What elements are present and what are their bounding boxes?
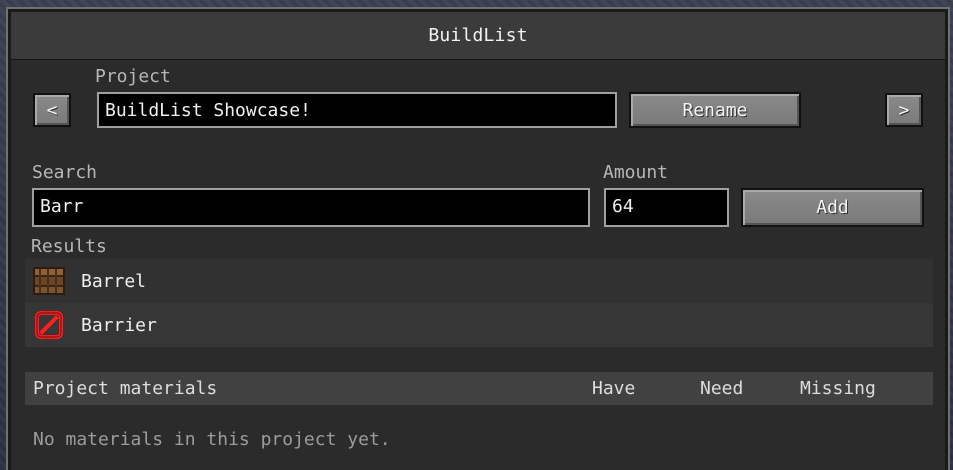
rename-button[interactable]: Rename	[629, 92, 801, 128]
chevron-right-icon: >	[898, 99, 910, 121]
materials-empty-text: No materials in this project yet.	[33, 429, 391, 450]
barrel-icon	[33, 267, 65, 295]
next-project-button[interactable]: >	[885, 93, 923, 127]
result-name: Barrier	[81, 314, 157, 336]
search-input[interactable]: Barr	[32, 188, 590, 227]
project-label: Project	[95, 66, 171, 87]
results-list: Barrel Barrier	[25, 259, 933, 347]
result-item-barrel[interactable]: Barrel	[25, 259, 933, 303]
materials-column-need: Need	[700, 378, 744, 399]
add-button[interactable]: Add	[741, 188, 924, 227]
materials-column-have: Have	[592, 378, 636, 399]
materials-column-name: Project materials	[33, 378, 218, 399]
chevron-left-icon: <	[46, 99, 58, 121]
previous-project-button[interactable]: <	[33, 93, 71, 127]
search-label: Search	[32, 162, 98, 183]
materials-column-missing: Missing	[800, 378, 876, 399]
result-item-barrier[interactable]: Barrier	[25, 303, 933, 347]
barrier-icon	[35, 311, 63, 339]
amount-input[interactable]: 64	[604, 188, 729, 227]
results-label: Results	[31, 236, 107, 257]
project-materials-header: Project materials Have Need Missing	[25, 372, 933, 405]
screen-background: BuildList Project < BuildList Showcase! …	[0, 0, 953, 470]
result-name: Barrel	[81, 270, 147, 292]
project-name-input[interactable]: BuildList Showcase!	[97, 92, 617, 128]
window-title: BuildList	[11, 12, 945, 60]
amount-label: Amount	[603, 162, 669, 183]
buildlist-window: BuildList Project < BuildList Showcase! …	[6, 7, 950, 470]
